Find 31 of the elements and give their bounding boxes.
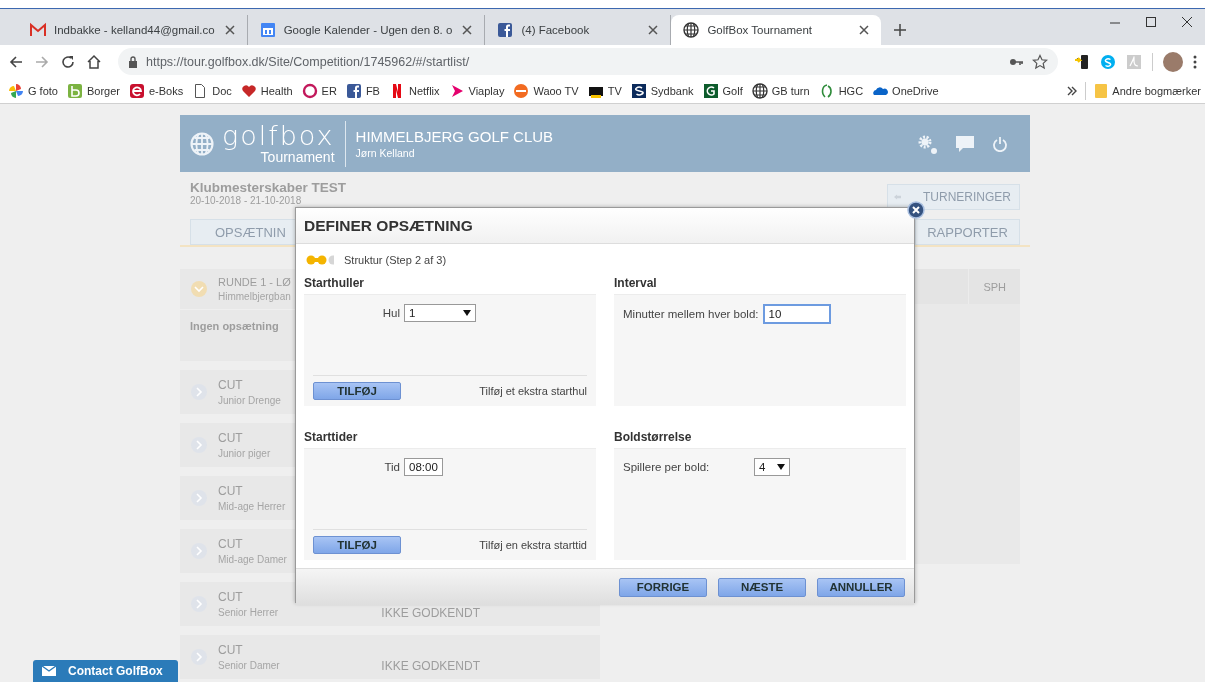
- row-title: CUT: [218, 643, 244, 657]
- field-label: Hul: [381, 307, 400, 319]
- field-label: Tid: [383, 461, 400, 473]
- dialog-title: DEFINER OPSÆTNING: [296, 208, 914, 244]
- user-name: Jørn Kelland: [355, 147, 416, 159]
- row-title: CUT: [218, 590, 244, 604]
- row-subtitle: Senior Herrer: [218, 607, 279, 618]
- row-subtitle: Junior piger: [218, 448, 271, 459]
- row-title: CUT: [218, 431, 244, 445]
- course-name: Himmelbjergban: [218, 291, 291, 302]
- row-title: CUT: [218, 537, 244, 551]
- row-subtitle: Mid-age Damer: [218, 554, 287, 565]
- add-hint: Tilføj en ekstra starttid: [479, 539, 587, 551]
- competition-title: Klubmesterskaber TEST: [190, 181, 347, 195]
- field-label: Minutter mellem hver bold:: [623, 308, 759, 320]
- status-label: IKKE GODKENDT: [381, 659, 480, 673]
- field-label: Spillere per bold:: [623, 461, 711, 473]
- add-hint: Tilføj et ekstra starthul: [479, 385, 587, 397]
- round-title: RUNDE 1 - LØ: [218, 276, 291, 288]
- logo-subtitle: Tournament: [260, 150, 335, 165]
- row-title: CUT: [218, 484, 244, 498]
- status-label: IKKE GODKENDT: [381, 606, 480, 620]
- row-subtitle: Mid-age Herrer: [218, 501, 286, 512]
- row-subtitle: Senior Damer: [218, 660, 280, 671]
- column-header: SPH: [968, 269, 1020, 304]
- setup-note: Ingen opsætning: [190, 320, 279, 332]
- step-label: Struktur (Step 2 af 3): [344, 254, 447, 266]
- competition-dates: 20-10-2018 - 21-10-2018: [190, 195, 303, 206]
- row-title: CUT: [218, 378, 244, 392]
- club-name: HIMMELBJERG GOLF CLUB: [355, 128, 554, 145]
- row-subtitle: Junior Drenge: [218, 395, 281, 406]
